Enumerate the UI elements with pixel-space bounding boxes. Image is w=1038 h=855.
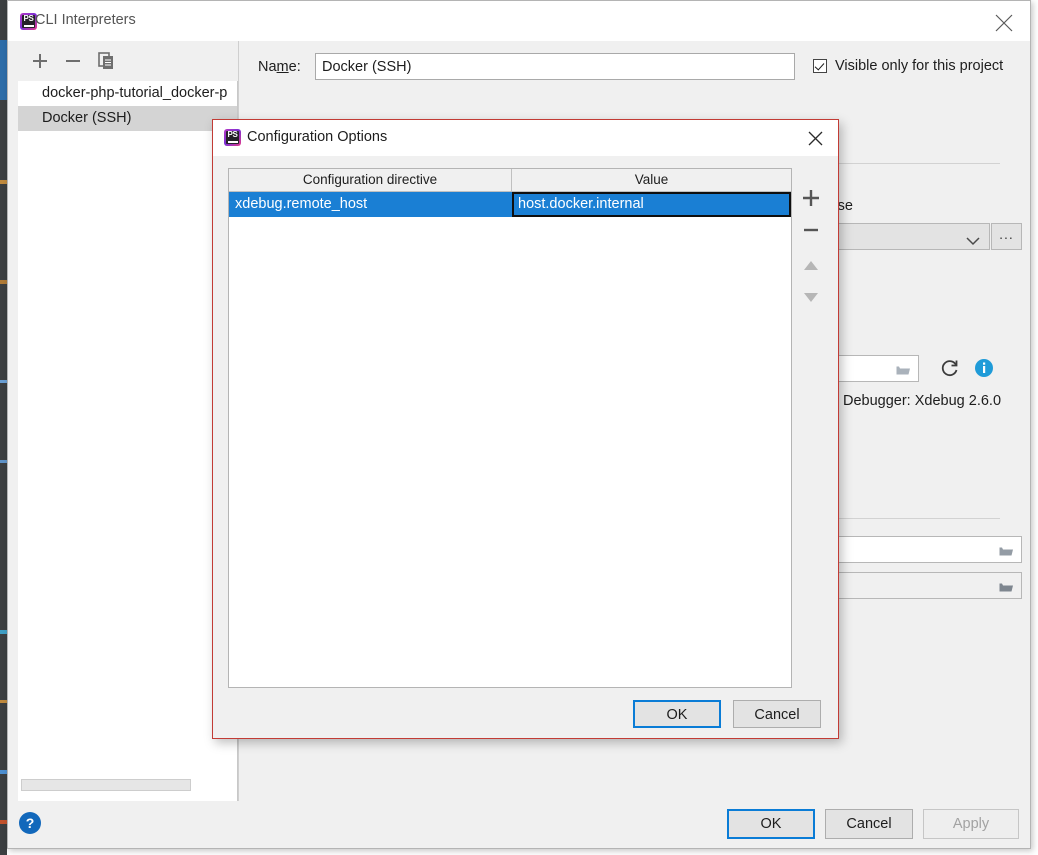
list-toolbar [8, 41, 238, 81]
visible-only-checkbox[interactable] [813, 59, 827, 73]
minus-icon[interactable] [797, 216, 825, 244]
dialog-cancel-button[interactable]: Cancel [733, 700, 821, 728]
name-label: Name: [258, 59, 301, 75]
close-icon[interactable] [796, 122, 834, 154]
dialog-title: Configuration Options [247, 129, 387, 145]
plus-icon[interactable] [797, 184, 825, 212]
ide-sliver-band [0, 40, 7, 100]
chevron-down-icon [966, 233, 980, 249]
background-ide-sliver [0, 0, 7, 855]
ide-sliver-band [0, 820, 7, 824]
ide-sliver-band [0, 280, 7, 284]
column-header-value[interactable]: Value [512, 169, 791, 191]
table-header-row: Configuration directive Value [229, 169, 791, 192]
visible-only-label: Visible only for this project [835, 58, 1003, 74]
apply-button: Apply [923, 809, 1019, 839]
window-titlebar: PS CLI Interpreters [8, 1, 1030, 41]
cell-directive[interactable]: xdebug.remote_host [229, 192, 512, 217]
phpstorm-logo-icon: PS [224, 129, 241, 146]
window-button-bar: ? OK Cancel Apply [8, 801, 1030, 848]
interpreter-list[interactable]: docker-php-tutorial_docker-p Docker (SSH… [18, 81, 238, 821]
table-side-buttons [797, 168, 825, 308]
configuration-options-dialog: PS Configuration Options Configuration d… [212, 119, 839, 739]
close-icon[interactable] [981, 2, 1027, 40]
ide-sliver-band [0, 770, 7, 774]
help-button[interactable]: ? [19, 812, 41, 834]
minus-icon[interactable] [61, 49, 85, 73]
cancel-button[interactable]: Cancel [825, 809, 913, 839]
table-row[interactable]: xdebug.remote_host host.docker.internal [229, 192, 791, 217]
name-input[interactable] [315, 53, 795, 80]
cell-value[interactable]: host.docker.internal [512, 192, 791, 217]
folder-icon[interactable] [999, 544, 1014, 560]
cli-interpreters-window: PS CLI Interpreters [7, 0, 1031, 849]
triangle-down-icon[interactable] [797, 283, 825, 311]
plus-icon[interactable] [28, 49, 52, 73]
folder-icon[interactable] [896, 363, 911, 379]
info-icon[interactable] [974, 358, 994, 378]
window-title: CLI Interpreters [35, 12, 136, 28]
debugger-version-text: Debugger: Xdebug 2.6.0 [843, 393, 1001, 409]
configuration-table[interactable]: Configuration directive Value xdebug.rem… [228, 168, 792, 688]
column-header-directive[interactable]: Configuration directive [229, 169, 512, 191]
visible-only-checkbox-row[interactable]: Visible only for this project [813, 58, 1003, 74]
copy-icon[interactable] [94, 49, 118, 73]
horizontal-scrollbar[interactable] [21, 779, 191, 791]
list-item[interactable]: Docker (SSH) [18, 106, 237, 131]
ide-sliver-band [0, 180, 7, 184]
ide-sliver-band [0, 700, 7, 703]
dialog-titlebar: PS Configuration Options [213, 120, 838, 156]
interpreter-list-pane: docker-php-tutorial_docker-p Docker (SSH… [8, 41, 238, 803]
folder-icon[interactable] [999, 580, 1014, 596]
ide-sliver-band [0, 460, 7, 463]
dialog-ok-button[interactable]: OK [633, 700, 721, 728]
refresh-icon[interactable] [939, 357, 961, 379]
ok-button[interactable]: OK [727, 809, 815, 839]
ide-sliver-band [0, 380, 7, 383]
docker-compose-browse-button[interactable]: ... [991, 223, 1022, 250]
ide-sliver-band [0, 630, 7, 634]
triangle-up-icon[interactable] [797, 252, 825, 280]
list-item[interactable]: docker-php-tutorial_docker-p [18, 81, 237, 106]
